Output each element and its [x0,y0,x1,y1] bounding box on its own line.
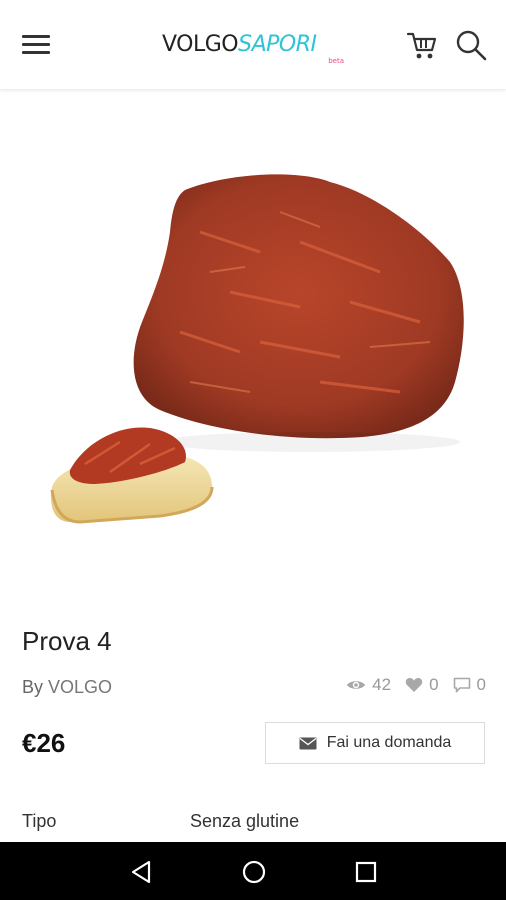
app-bar: VOLGOSAPORI beta [0,0,506,90]
envelope-icon [299,737,317,749]
heart-icon[interactable] [405,677,423,693]
search-icon[interactable] [454,28,488,62]
comments-stat[interactable]: 0 [453,675,486,695]
likes-stat[interactable]: 0 [405,675,439,695]
hamburger-menu-icon[interactable] [18,30,54,60]
comments-count: 0 [476,675,486,694]
home-circle-icon[interactable] [239,857,269,887]
vendor-byline: By VOLGO [22,677,112,698]
logo-accent-text: SAPORI [238,32,317,57]
eye-icon [347,681,366,689]
attribute-value: Senza glutine [190,811,300,831]
product-image[interactable] [0,92,506,604]
logo-beta-text: beta [328,57,344,65]
product-price: €26 [22,728,66,758]
ask-question-label: Fai una domanda [326,734,452,751]
byline-prefix: By [22,677,44,697]
attribute-label: Tipo [22,811,57,831]
recents-square-icon[interactable] [351,857,381,887]
comment-icon[interactable] [453,677,471,693]
vendor-link[interactable]: VOLGO [48,677,112,697]
ask-question-button[interactable]: Fai una domanda [265,722,485,764]
system-navigation-bar [0,842,506,900]
views-stat: 42 [346,675,391,695]
views-count: 42 [372,675,392,694]
logo-main-text: VOLGO [162,32,239,57]
product-title: Prova 4 [22,626,112,656]
likes-count: 0 [429,675,439,694]
volgosapori-logo[interactable]: VOLGOSAPORI beta [162,32,352,66]
product-stats: 42 0 0 [332,674,486,696]
shopping-cart-icon[interactable] [405,28,439,62]
back-triangle-icon[interactable] [127,857,157,887]
